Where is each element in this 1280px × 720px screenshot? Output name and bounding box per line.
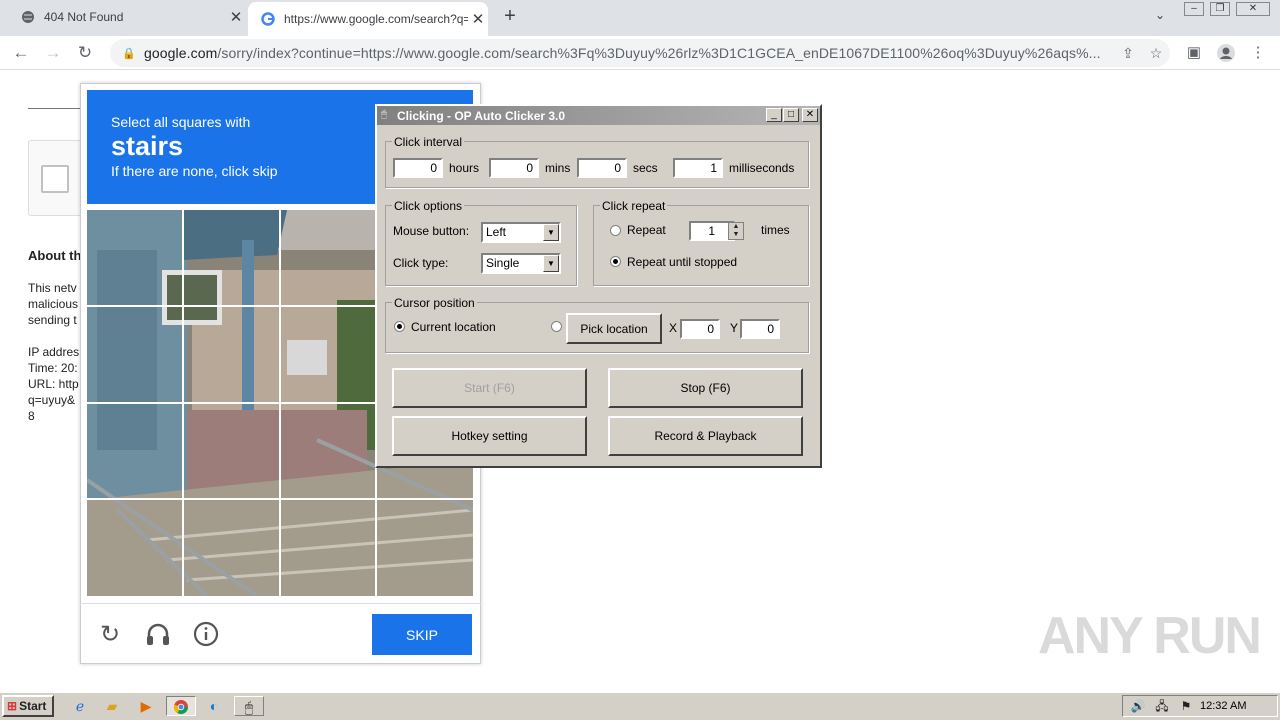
folder-icon[interactable]: ▰ — [100, 696, 124, 716]
hours-label: hours — [449, 161, 480, 175]
repeat-until-stopped-label: Repeat until stopped — [627, 255, 738, 269]
click-repeat-label: Click repeat — [600, 199, 668, 213]
mins-input[interactable]: 0 — [489, 158, 539, 178]
milliseconds-label: milliseconds — [729, 161, 795, 175]
repeat-radio[interactable] — [610, 225, 621, 236]
url-text: google.com/sorry/index?continue=https://… — [144, 45, 1101, 61]
tab-google-search[interactable]: https://www.google.com/search?q= ✕ — [248, 2, 488, 36]
page-text-line: q=uyuy& — [28, 393, 76, 407]
google-icon — [260, 11, 276, 27]
profile-avatar-icon[interactable] — [1214, 42, 1238, 64]
start-button[interactable]: Start (F6) — [392, 368, 587, 408]
windows-logo-icon: ⊞ — [7, 699, 18, 713]
click-type-label: Click type: — [393, 256, 449, 270]
share-icon[interactable]: ⇪ — [1114, 45, 1142, 62]
tab-title: https://www.google.com/search?q= — [284, 12, 468, 26]
page-text-line: malicious — [28, 297, 79, 311]
close-window-button[interactable]: ✕ — [1236, 2, 1270, 16]
pick-location-button[interactable]: Pick location — [566, 313, 662, 344]
page-text-line: IP addres — [28, 345, 80, 359]
times-label: times — [761, 223, 790, 237]
window-title: Clicking - OP Auto Clicker 3.0 — [377, 106, 820, 125]
click-options-label: Click options — [392, 199, 465, 213]
close-tab-icon[interactable]: ✕ — [468, 10, 488, 28]
skip-button[interactable]: SKIP — [372, 614, 472, 655]
tab-404-not-found[interactable]: 404 Not Found ✕ — [8, 0, 246, 34]
stop-button[interactable]: Stop (F6) — [608, 368, 803, 408]
repeat-option-label: Repeat — [627, 223, 666, 237]
page-text-line: 8 — [28, 409, 35, 423]
y-label: Y — [730, 321, 739, 335]
minimize-window-button[interactable]: – — [1184, 2, 1204, 16]
click-interval-label: Click interval — [392, 135, 465, 149]
internet-explorer-icon[interactable]: ℯ — [68, 696, 92, 716]
media-player-icon[interactable]: ▶ — [134, 696, 158, 716]
edge-icon[interactable]: ◐ — [202, 696, 226, 716]
info-icon[interactable] — [191, 620, 221, 650]
volume-icon[interactable]: 🔊 — [1126, 696, 1150, 716]
forward-arrow-icon[interactable]: → — [42, 42, 64, 64]
captcha-keyword: stairs — [111, 131, 184, 161]
about-heading: About th — [28, 248, 82, 263]
click-type-select[interactable]: Single ▼ — [481, 253, 561, 274]
y-coordinate-input[interactable]: 0 — [740, 319, 780, 339]
reload-icon[interactable]: ↻ — [74, 42, 96, 64]
maximize-button[interactable]: □ — [783, 108, 799, 122]
captcha-subtext: If there are none, click skip — [111, 163, 278, 179]
current-location-label: Current location — [411, 320, 496, 334]
page-text-line: URL: http — [28, 377, 79, 391]
bookmark-star-icon[interactable]: ☆ — [1142, 45, 1170, 62]
network-icon[interactable]: 🖧 — [1150, 696, 1174, 716]
tab-title: 404 Not Found — [44, 10, 124, 24]
mouse-button-select[interactable]: Left ▼ — [481, 222, 561, 243]
chrome-taskbar-icon[interactable] — [166, 696, 196, 716]
reload-challenge-icon[interactable]: ↻ — [95, 620, 125, 650]
start-button[interactable]: ⊞ Start — [2, 695, 54, 717]
restore-window-button[interactable]: ❐ — [1210, 2, 1230, 16]
captcha-footer-divider — [80, 603, 481, 604]
minimize-button[interactable]: _ — [766, 108, 782, 122]
recaptcha-checkbox[interactable] — [41, 165, 69, 193]
menu-kebab-icon[interactable]: ⋮ — [1246, 42, 1270, 64]
lock-icon: 🔒 — [122, 47, 136, 60]
globe-icon — [20, 9, 36, 25]
cursor-position-label: Cursor position — [392, 296, 477, 310]
repeat-spinner-arrows-icon[interactable]: ▲ ▼ — [728, 222, 744, 240]
secs-input[interactable]: 0 — [577, 158, 627, 178]
hours-input[interactable]: 0 — [393, 158, 443, 178]
close-button[interactable]: ✕ — [802, 108, 818, 122]
address-bar[interactable]: 🔒 google.com/sorry/index?continue=https:… — [110, 39, 1170, 67]
new-tab-button[interactable]: + — [498, 6, 522, 28]
secs-label: secs — [633, 161, 658, 175]
record-playback-button[interactable]: Record & Playback — [608, 416, 803, 456]
clock: 12:32 AM — [1200, 700, 1247, 712]
captcha-instruction: Select all squares with — [111, 114, 251, 130]
side-panel-icon[interactable]: ▣ — [1182, 42, 1206, 64]
x-label: X — [669, 321, 678, 335]
milliseconds-input[interactable]: 1 — [673, 158, 723, 178]
dropdown-arrow-icon: ▼ — [543, 255, 559, 272]
auto-clicker-taskbar-icon[interactable]: 🖱 — [234, 696, 264, 716]
tab-search-chevron-icon[interactable]: ⌄ — [1150, 8, 1170, 26]
anyrun-watermark: ANY RUN — [1038, 607, 1262, 665]
repeat-until-stopped-radio[interactable] — [610, 256, 621, 267]
click-repeat-group — [593, 205, 809, 286]
page-text-line: This netv — [28, 281, 77, 295]
back-arrow-icon[interactable]: ← — [10, 42, 32, 64]
x-coordinate-input[interactable]: 0 — [680, 319, 720, 339]
mins-label: mins — [545, 161, 571, 175]
close-tab-icon[interactable]: ✕ — [226, 8, 246, 26]
page-text-line: Time: 20: — [28, 361, 78, 375]
hotkey-setting-button[interactable]: Hotkey setting — [392, 416, 587, 456]
page-text-line: sending t — [28, 313, 77, 327]
pick-location-radio[interactable] — [551, 321, 562, 332]
flag-icon[interactable]: ⚑ — [1174, 696, 1198, 716]
dropdown-arrow-icon: ▼ — [543, 224, 559, 241]
audio-challenge-headphones-icon[interactable] — [143, 620, 173, 650]
mouse-button-label: Mouse button: — [393, 224, 470, 238]
current-location-radio[interactable] — [394, 321, 405, 332]
divider — [28, 108, 88, 109]
mouse-app-icon: 🖱 — [381, 109, 387, 120]
